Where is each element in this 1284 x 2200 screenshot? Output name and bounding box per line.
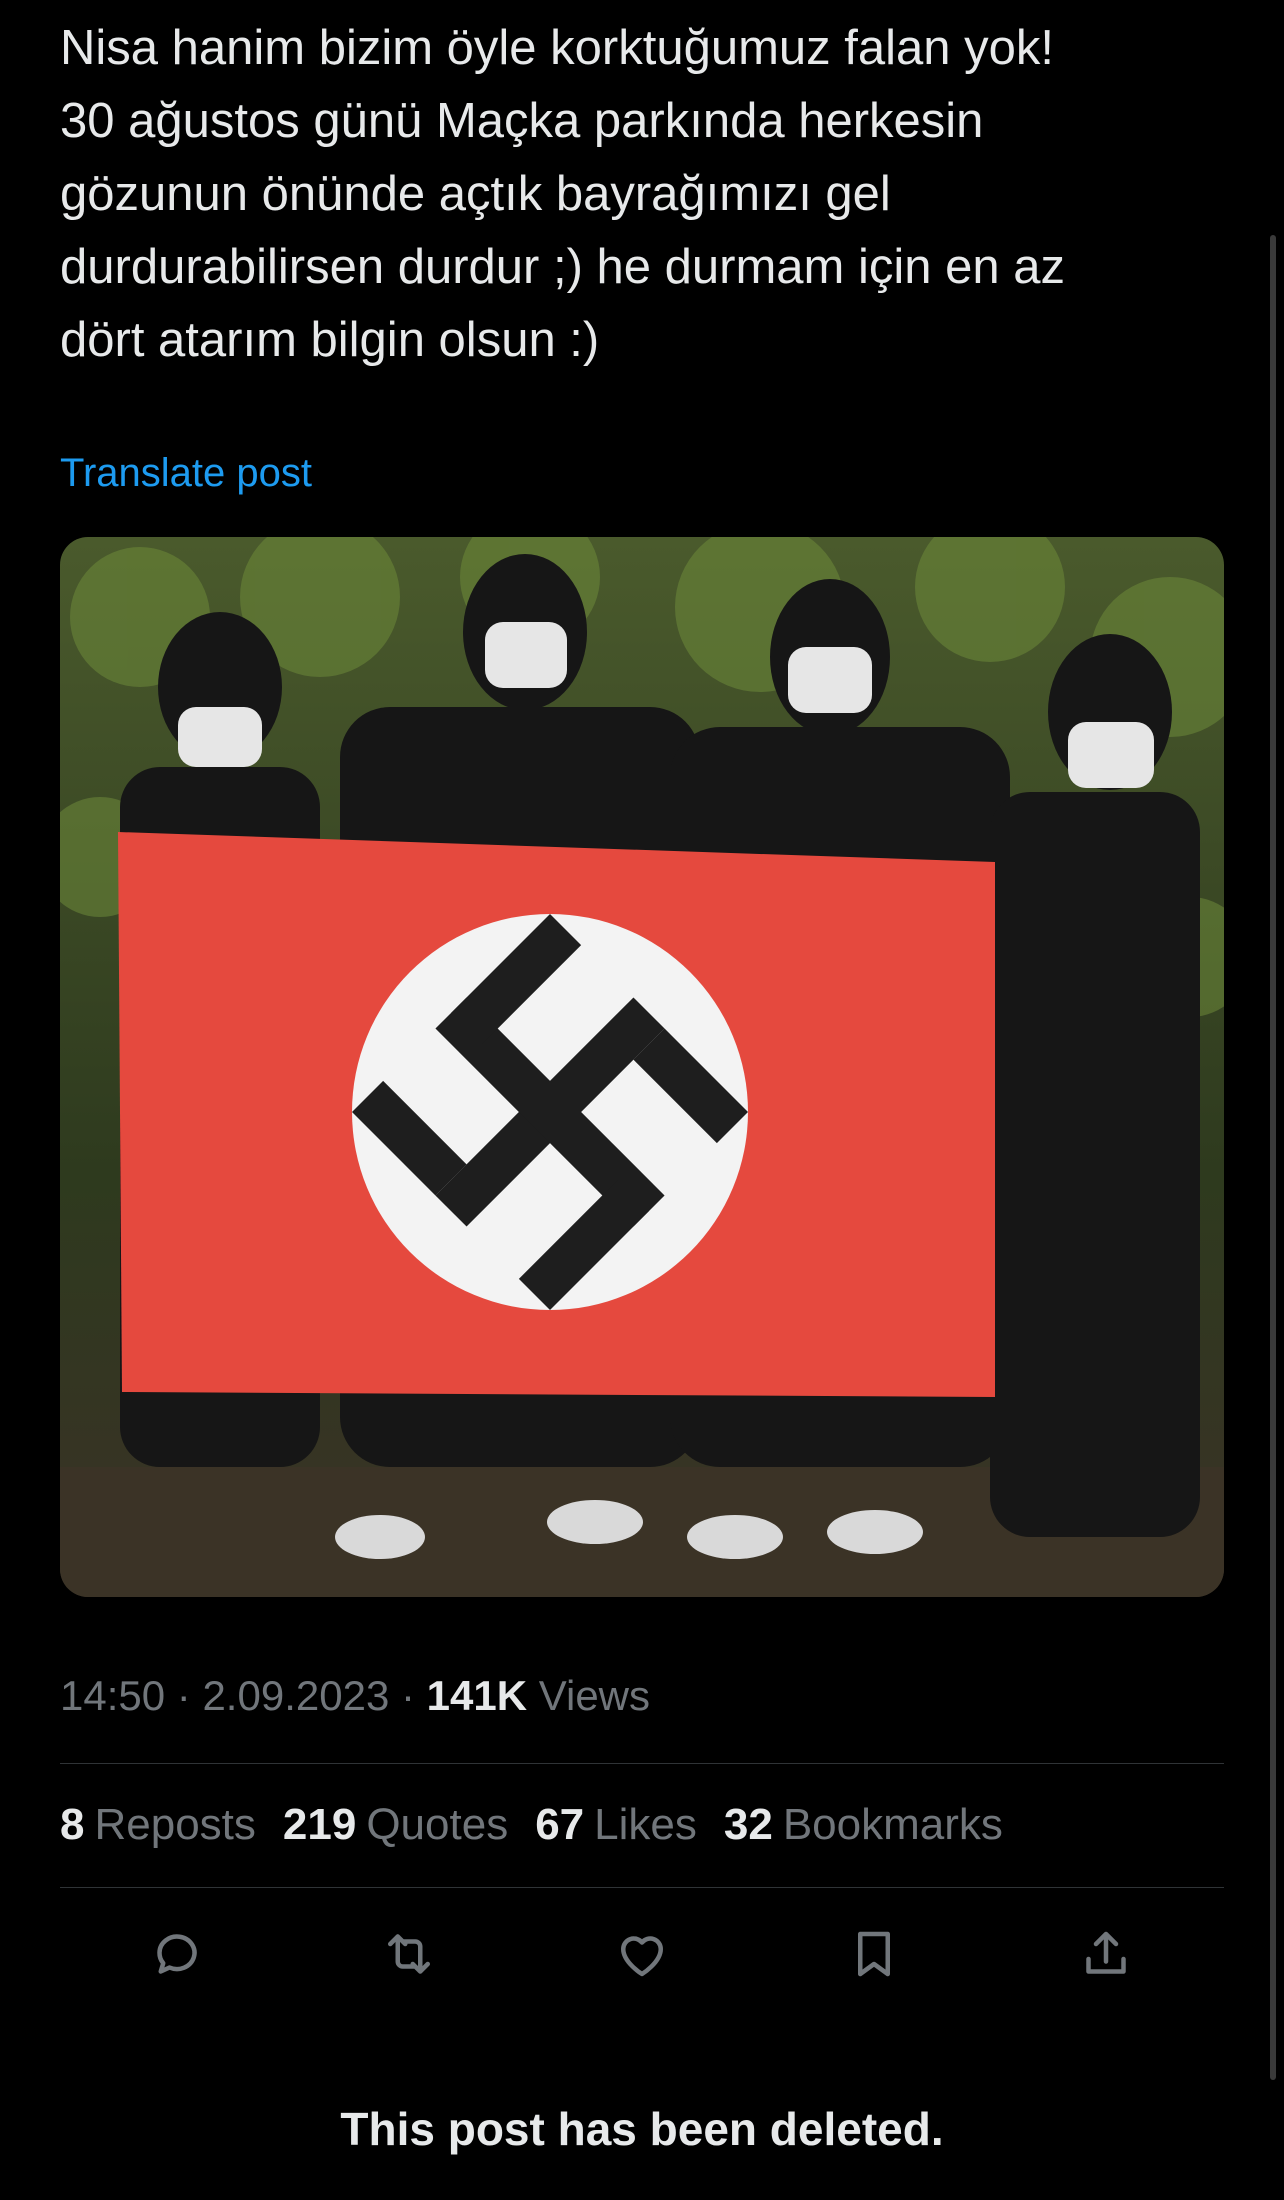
action-bar <box>60 1916 1224 1996</box>
deleted-message: This post has been deleted. <box>340 2103 944 2155</box>
likes-count: 67 <box>535 1800 585 1849</box>
likes-stat[interactable]: 67 Likes <box>535 1800 697 1850</box>
bookmarks-label: Bookmarks <box>782 1800 1003 1849</box>
post-meta: 14:50 · 2.09.2023 · 141K Views <box>60 1672 650 1720</box>
reply-icon <box>157 1934 197 1974</box>
scrollbar[interactable] <box>1270 235 1276 2080</box>
reposts-count: 8 <box>60 1800 85 1849</box>
meta-separator-2: · <box>400 1672 415 1719</box>
bookmarks-stat[interactable]: 32 Bookmarks <box>724 1800 1003 1850</box>
post-date[interactable]: 2.09.2023 <box>202 1672 389 1719</box>
likes-label: Likes <box>594 1800 697 1849</box>
photo-group-with-flag <box>60 537 1224 1597</box>
post-image[interactable] <box>60 537 1224 1597</box>
post-text: Nisa hanim bizim öyle korktuğumuz falan … <box>60 21 1065 367</box>
reply-button[interactable] <box>139 1916 215 1992</box>
bookmark-button[interactable] <box>836 1916 912 1992</box>
share-icon <box>1086 1931 1126 1974</box>
quotes-count: 219 <box>282 1800 357 1849</box>
bookmark-icon <box>858 1931 890 1977</box>
flag <box>118 832 995 1397</box>
quotes-label: Quotes <box>366 1800 509 1849</box>
reposts-stat[interactable]: 8 Reposts <box>60 1800 256 1850</box>
divider <box>60 1763 1224 1764</box>
like-button[interactable] <box>604 1916 680 1992</box>
repost-icon <box>388 1934 430 1974</box>
repost-button[interactable] <box>371 1916 447 1992</box>
views-count: 141K <box>426 1672 528 1719</box>
engagement-stats: 8 Reposts 219 Quotes 67 Likes 32 Bookmarks <box>60 1800 1003 1850</box>
quotes-stat[interactable]: 219 Quotes <box>283 1800 508 1850</box>
reposts-label: Reposts <box>94 1800 256 1849</box>
share-button[interactable] <box>1068 1916 1144 1992</box>
like-icon <box>621 1936 663 1977</box>
translate-post-link[interactable]: Translate post <box>60 451 312 496</box>
bookmarks-count: 32 <box>723 1800 773 1849</box>
meta-separator: · <box>176 1672 191 1719</box>
post-time[interactable]: 14:50 <box>60 1672 165 1719</box>
views-label: Views <box>538 1672 651 1719</box>
divider-2 <box>60 1887 1224 1888</box>
